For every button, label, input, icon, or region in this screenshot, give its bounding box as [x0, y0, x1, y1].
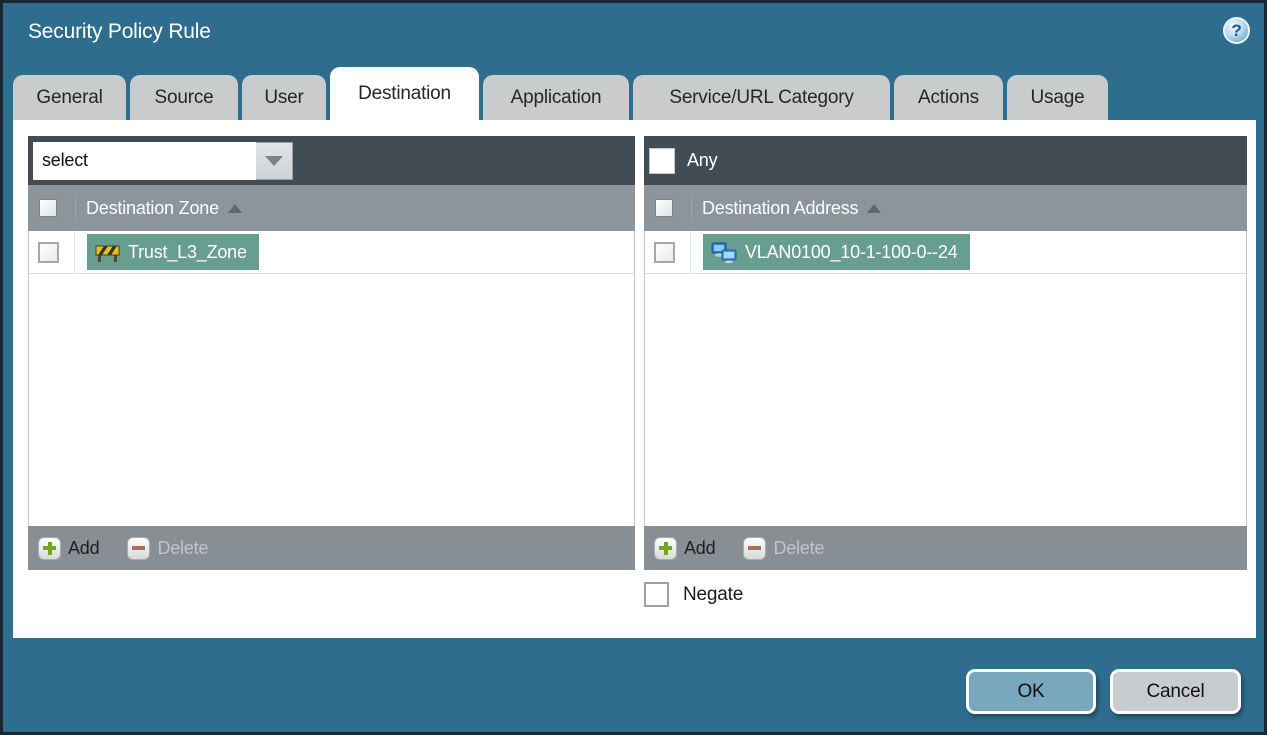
zone-select-input[interactable]: [33, 141, 256, 180]
address-column-header-cell[interactable]: Destination Address: [691, 193, 882, 223]
negate-option: Negate: [644, 582, 743, 607]
address-row-checkbox[interactable]: [654, 241, 675, 263]
address-select-all-checkbox[interactable]: [655, 199, 673, 217]
delete-icon: [127, 536, 151, 560]
sort-ascending-icon[interactable]: [227, 203, 242, 213]
delete-icon: [743, 536, 767, 560]
zone-row-cell: Trust_L3_Zone: [74, 231, 259, 274]
destination-address-panel: Any Destination Address VLAN0100_10-1-10…: [644, 136, 1247, 570]
add-icon: [654, 536, 677, 560]
address-row-cell: VLAN0100_10-1-100-0--24: [690, 231, 970, 274]
zone-row-label: Trust_L3_Zone: [128, 241, 247, 262]
zone-panel-footer: Add Delete: [28, 526, 635, 570]
zone-row-checkbox[interactable]: [38, 241, 59, 263]
zone-filter-bar: [28, 136, 635, 185]
address-add-label: Add: [684, 537, 716, 558]
tab-general[interactable]: General: [13, 75, 126, 120]
zone-row[interactable]: Trust_L3_Zone: [29, 231, 634, 274]
zone-column-header-label: Destination Zone: [86, 197, 219, 218]
address-row[interactable]: VLAN0100_10-1-100-0--24: [645, 231, 1246, 274]
ok-button[interactable]: OK: [966, 669, 1096, 714]
zone-delete-label: Delete: [157, 537, 209, 558]
address-any-label: Any: [687, 150, 718, 170]
zone-select-dropdown-button[interactable]: [256, 141, 293, 180]
tab-user[interactable]: User: [242, 75, 326, 120]
address-chip[interactable]: VLAN0100_10-1-100-0--24: [703, 234, 970, 270]
zone-select-all-checkbox[interactable]: [39, 199, 57, 217]
address-column-header-row: Destination Address: [644, 185, 1247, 231]
security-policy-rule-dialog: Security Policy Rule ? General Source Us…: [0, 0, 1267, 735]
tab-source[interactable]: Source: [130, 75, 238, 120]
destination-zone-panel: Destination Zone: [28, 136, 635, 570]
zone-column-header-row: Destination Zone: [28, 185, 635, 231]
zone-delete-button[interactable]: Delete: [127, 536, 209, 560]
zone-add-label: Add: [68, 537, 100, 558]
zone-barrier-icon: [95, 245, 120, 262]
zone-chip[interactable]: Trust_L3_Zone: [87, 234, 259, 270]
add-icon: [38, 536, 61, 560]
cancel-button[interactable]: Cancel: [1110, 669, 1241, 714]
negate-checkbox[interactable]: [644, 582, 669, 607]
address-row-label: VLAN0100_10-1-100-0--24: [745, 241, 958, 262]
sort-ascending-icon[interactable]: [867, 203, 882, 213]
zone-list: Trust_L3_Zone: [28, 231, 635, 526]
zone-add-button[interactable]: Add: [38, 536, 100, 560]
address-any-bar: Any: [644, 136, 1247, 185]
tab-service-url-category[interactable]: Service/URL Category: [633, 75, 890, 120]
address-column-header-label: Destination Address: [702, 197, 859, 218]
zone-select-dropdown: [33, 141, 293, 180]
zone-column-header-cell[interactable]: Destination Zone: [75, 193, 242, 223]
help-icon[interactable]: ?: [1223, 17, 1250, 44]
network-computers-icon: [711, 242, 737, 263]
tab-usage[interactable]: Usage: [1007, 75, 1108, 120]
tab-destination[interactable]: Destination: [330, 67, 479, 120]
address-add-button[interactable]: Add: [654, 536, 716, 560]
address-delete-label: Delete: [773, 537, 825, 558]
chevron-down-icon: [265, 155, 283, 166]
tab-bar: General Source User Destination Applicat…: [13, 67, 1112, 120]
tab-actions[interactable]: Actions: [894, 75, 1003, 120]
address-panel-footer: Add Delete: [644, 526, 1247, 570]
destination-tab-content: Destination Zone: [13, 120, 1256, 638]
dialog-title: Security Policy Rule: [28, 20, 211, 43]
address-any-checkbox[interactable]: [649, 147, 675, 174]
tab-application[interactable]: Application: [483, 75, 629, 120]
address-delete-button[interactable]: Delete: [743, 536, 825, 560]
negate-label: Negate: [683, 583, 744, 605]
address-list: VLAN0100_10-1-100-0--24: [644, 231, 1247, 526]
